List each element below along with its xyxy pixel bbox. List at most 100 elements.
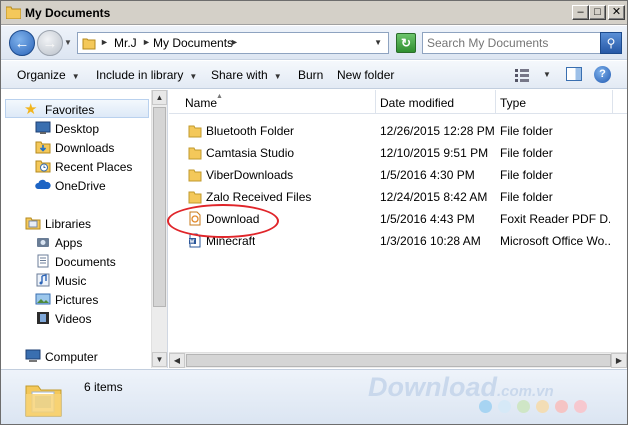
watermark-dot <box>536 400 549 413</box>
back-button[interactable]: ← <box>9 30 35 56</box>
breadcrumb[interactable]: ► Mr.J ► My Documents ► ▼ <box>77 32 389 54</box>
preview-pane-icon[interactable] <box>566 67 582 81</box>
file-list-scrollbar[interactable]: ◀ ▶ <box>169 352 627 368</box>
organize-menu[interactable]: Organize ▼ <box>17 68 80 82</box>
column-header-overflow <box>613 90 627 114</box>
nav-item-music[interactable]: Music <box>1 271 151 290</box>
chevron-right-icon[interactable]: ► <box>100 37 109 47</box>
scroll-up-arrow-icon[interactable]: ▲ <box>152 90 167 105</box>
minimize-icon: – <box>577 6 584 18</box>
file-name: Bluetooth Folder <box>206 124 295 138</box>
file-row[interactable]: ViberDownloads 1/5/2016 4:30 PM File fol… <box>169 164 614 186</box>
file-row[interactable]: Camtasia Studio 12/10/2015 9:51 PM File … <box>169 142 614 164</box>
file-date: 12/10/2015 9:51 PM <box>380 146 489 160</box>
nav-item-documents[interactable]: Documents <box>1 252 151 271</box>
views-dropdown[interactable]: ▼ <box>543 70 551 79</box>
share-with-menu[interactable]: Share with ▼ <box>211 68 282 82</box>
nav-item-desktop[interactable]: Desktop <box>1 119 151 138</box>
scroll-left-arrow-icon[interactable]: ◀ <box>169 353 185 368</box>
computer-icon <box>25 349 41 362</box>
file-date: 1/5/2016 4:30 PM <box>380 168 475 182</box>
nav-item-label: OneDrive <box>55 179 106 193</box>
nav-item-label: Desktop <box>55 122 100 136</box>
include-in-library-label: Include in library <box>96 68 184 82</box>
chevron-right-icon[interactable]: ► <box>230 37 239 47</box>
column-header-label: Type <box>500 96 527 110</box>
column-header-label: Date modified <box>380 96 455 110</box>
file-type: File folder <box>500 146 553 160</box>
help-icon[interactable]: ? <box>594 66 611 83</box>
watermark-dot <box>517 400 530 413</box>
nav-computer[interactable]: Computer <box>1 347 151 366</box>
file-type: File folder <box>500 124 553 138</box>
desktop-icon <box>35 121 51 134</box>
new-folder-button[interactable]: New folder <box>337 68 394 82</box>
nav-item-recent-places[interactable]: Recent Places <box>1 157 151 176</box>
downloads-folder-icon <box>35 141 51 154</box>
address-history-dropdown[interactable]: ▼ <box>374 38 382 47</box>
nav-libraries[interactable]: Libraries <box>1 214 151 233</box>
documents-icon <box>37 254 49 268</box>
nav-item-videos[interactable]: Videos <box>1 309 151 328</box>
file-row[interactable]: Bluetooth Folder 12/26/2015 12:28 PM Fil… <box>169 120 614 142</box>
organize-label: Organize <box>17 68 66 82</box>
scroll-right-arrow-icon[interactable]: ▶ <box>611 353 627 368</box>
pictures-icon <box>35 293 51 305</box>
maximize-button[interactable]: □ <box>589 5 606 20</box>
videos-icon <box>37 312 49 324</box>
window-title: My Documents <box>25 6 111 20</box>
title-bar[interactable]: My Documents – □ ✕ <box>1 1 627 25</box>
scrollbar-thumb[interactable] <box>153 107 166 307</box>
watermark-brand: Download <box>368 372 497 402</box>
nav-favorites[interactable]: ★ Favorites <box>5 99 149 118</box>
address-bar: ← → ▼ ► Mr.J ► My Documents ► ▼ ↻ ⚲ <box>1 26 627 60</box>
folder-icon <box>188 191 202 204</box>
nav-item-label: Apps <box>55 236 83 250</box>
folder-icon <box>188 169 202 182</box>
search-button[interactable]: ⚲ <box>600 32 622 54</box>
search-box[interactable]: ⚲ <box>422 32 622 54</box>
folder-icon <box>25 385 62 417</box>
nav-item-label: Documents <box>55 255 116 269</box>
close-button[interactable]: ✕ <box>608 5 625 20</box>
watermark-dot <box>574 400 587 413</box>
change-view-icon[interactable] <box>514 68 530 82</box>
column-header-type[interactable]: Type <box>496 90 613 114</box>
details-pane: 6 items Download.com.vn <box>1 369 627 424</box>
nav-item-onedrive[interactable]: OneDrive <box>1 176 151 195</box>
scrollbar-thumb[interactable] <box>186 354 611 367</box>
nav-item-downloads[interactable]: Downloads <box>1 138 151 157</box>
column-header-name[interactable]: Name ▲ <box>169 90 376 114</box>
nav-item-label: Pictures <box>55 293 99 307</box>
file-type: File folder <box>500 168 553 182</box>
include-in-library-menu[interactable]: Include in library ▼ <box>96 68 197 82</box>
search-input[interactable] <box>427 35 597 51</box>
sort-ascending-icon: ▲ <box>216 93 223 100</box>
file-name: Zalo Received Files <box>206 190 312 204</box>
forward-button[interactable]: → <box>37 30 63 56</box>
forward-arrow-icon: → <box>42 34 58 52</box>
nav-item-label: Videos <box>55 312 92 326</box>
nav-item-pictures[interactable]: Pictures <box>1 290 151 309</box>
scroll-down-arrow-icon[interactable]: ▼ <box>152 352 167 367</box>
burn-button[interactable]: Burn <box>298 68 323 82</box>
nav-item-label: Downloads <box>55 141 115 155</box>
breadcrumb-item-user[interactable]: Mr.J <box>114 36 137 50</box>
refresh-button[interactable]: ↻ <box>396 33 416 53</box>
file-date: 1/3/2016 10:28 AM <box>380 234 481 248</box>
recent-pages-dropdown[interactable]: ▼ <box>64 38 72 47</box>
libraries-icon <box>25 217 41 230</box>
column-header-date-modified[interactable]: Date modified <box>376 90 496 114</box>
chevron-down-icon: ▼ <box>71 72 80 81</box>
folder-icon <box>6 6 21 19</box>
minimize-button[interactable]: – <box>572 5 589 20</box>
file-date: 12/26/2015 12:28 PM <box>380 124 495 138</box>
file-type: File folder <box>500 190 553 204</box>
nav-scrollbar[interactable]: ▲ ▼ <box>151 90 167 368</box>
chevron-right-icon[interactable]: ► <box>142 37 151 47</box>
nav-item-label: Music <box>55 274 87 288</box>
watermark-logo: Download.com.vn <box>368 372 554 403</box>
nav-item-apps[interactable]: Apps <box>1 233 151 252</box>
breadcrumb-item-my-documents[interactable]: My Documents <box>153 36 233 50</box>
nav-item-label: Recent Places <box>55 160 133 174</box>
